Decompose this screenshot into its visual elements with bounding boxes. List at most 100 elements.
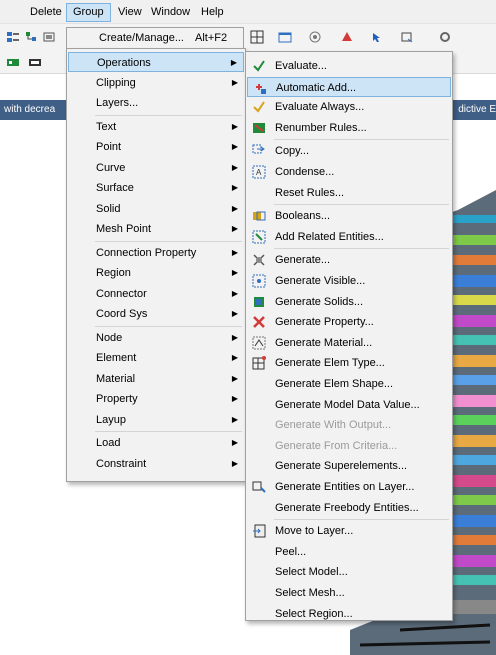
operations-menu-item-label: Renumber Rules... bbox=[275, 121, 367, 134]
group-menu-item-label: Material bbox=[96, 372, 136, 385]
operations-menu-item[interactable]: Generate Elem Shape... bbox=[247, 374, 451, 394]
group-menu-item-label: Constraint bbox=[96, 457, 147, 470]
group-menu-item[interactable]: Surface ▶ bbox=[68, 178, 244, 198]
operations-menu-item[interactable]: Reset Rules... bbox=[247, 183, 451, 203]
labels-icon[interactable] bbox=[28, 55, 42, 69]
group-menu-item[interactable]: Node ▶ bbox=[68, 328, 244, 348]
menu-delete[interactable]: Delete bbox=[24, 4, 68, 21]
menu-separator bbox=[95, 114, 242, 116]
group-menu-item[interactable]: Connection Property ▶ bbox=[68, 243, 244, 263]
operations-menu-item[interactable]: Select Region... bbox=[247, 604, 451, 624]
numbering-icon[interactable] bbox=[6, 55, 20, 69]
group-menu-item[interactable]: Constraint ▶ bbox=[68, 454, 244, 474]
group-menu-item[interactable]: Text ▶ bbox=[68, 117, 244, 137]
operations-menu-item[interactable]: Copy... bbox=[247, 141, 451, 161]
menu-group[interactable]: Group bbox=[66, 3, 111, 22]
group-menu-item[interactable]: Element ▶ bbox=[68, 348, 244, 368]
submenu-arrow-icon: ▶ bbox=[231, 121, 238, 131]
group-menu-item[interactable]: Material ▶ bbox=[68, 369, 244, 389]
group-menu-item[interactable]: Operations ▶ bbox=[68, 52, 244, 72]
pick-icon[interactable] bbox=[370, 30, 384, 44]
submenu-arrow-icon: ▶ bbox=[231, 203, 238, 213]
group-menu-item[interactable]: Curve ▶ bbox=[68, 158, 244, 178]
grid-icon[interactable] bbox=[250, 30, 264, 44]
operations-menu-item[interactable]: Generate Elem Type... bbox=[247, 353, 451, 373]
generate-visible-icon bbox=[252, 274, 266, 288]
group-menu-item[interactable]: Load ▶ bbox=[68, 433, 244, 453]
settings-icon[interactable] bbox=[438, 30, 452, 44]
operations-menu-item[interactable]: Evaluate... bbox=[247, 56, 451, 76]
operations-menu-item[interactable]: Add Related Entities... bbox=[247, 227, 451, 247]
submenu-arrow-icon: ▶ bbox=[231, 438, 238, 447]
operations-menu-item-label: Generate Superelements... bbox=[275, 460, 408, 473]
operations-menu-item[interactable]: Generate Entities on Layer... bbox=[247, 477, 451, 497]
operations-menu-item[interactable]: Generate Freebody Entities... bbox=[247, 498, 451, 518]
menu-separator bbox=[95, 325, 242, 327]
copy-icon bbox=[252, 144, 265, 154]
create-manage-item[interactable]: Create/Manage... bbox=[99, 32, 184, 44]
group-menu-item-label: Node bbox=[96, 331, 123, 344]
operations-menu-item[interactable]: Generate... bbox=[247, 250, 451, 270]
box-icon[interactable] bbox=[400, 30, 414, 44]
group-menu-item[interactable]: Layers... bbox=[68, 93, 244, 113]
render-icon[interactable] bbox=[340, 30, 354, 44]
operations-menu-item[interactable]: Evaluate Always... bbox=[247, 97, 451, 117]
group-menu-item[interactable]: Region ▶ bbox=[68, 263, 244, 283]
select-icon[interactable] bbox=[6, 30, 20, 44]
operations-menu-item[interactable]: Peel... bbox=[247, 542, 451, 562]
operations-menu-item[interactable]: Select Mesh... bbox=[247, 583, 451, 603]
group-menu-item[interactable]: Clipping ▶ bbox=[68, 73, 244, 93]
svg-text:A: A bbox=[256, 168, 262, 177]
submenu-arrow-icon: ▶ bbox=[231, 162, 238, 172]
group-menu-item-label: Element bbox=[96, 352, 137, 364]
booleans-icon bbox=[253, 211, 266, 221]
submenu-arrow-icon: ▶ bbox=[231, 77, 238, 87]
group-menu-header: Create/Manage... Alt+F2 bbox=[66, 27, 244, 49]
menu-view[interactable]: View bbox=[112, 4, 148, 21]
operations-menu-item[interactable]: Generate Property... bbox=[247, 312, 451, 332]
operations-menu-item-label: Select Mesh... bbox=[275, 587, 345, 599]
group-menu-item[interactable]: Coord Sys ▶ bbox=[68, 304, 244, 324]
group-menu-item[interactable]: Mesh Point ▶ bbox=[68, 219, 244, 239]
submenu-arrow-icon: ▶ bbox=[231, 394, 238, 403]
group-menu-item-label: Connector bbox=[96, 287, 147, 300]
operations-menu-item-label: Generate Elem Type... bbox=[275, 357, 385, 370]
operations-menu-item-label: Generate Material... bbox=[275, 336, 373, 349]
operations-menu-item: Generate From Criteria... bbox=[247, 436, 451, 456]
submenu-arrow-icon: ▶ bbox=[231, 183, 238, 192]
operations-menu-item[interactable]: Generate Superelements... bbox=[247, 456, 451, 476]
operations-menu-item-label: Move to Layer... bbox=[275, 525, 354, 538]
group-menu-item[interactable]: Layup ▶ bbox=[68, 410, 244, 430]
submenu-arrow-icon: ▶ bbox=[231, 458, 238, 468]
operations-menu-item[interactable]: A Condense... bbox=[247, 162, 451, 182]
submenu-arrow-icon: ▶ bbox=[231, 224, 238, 233]
group-menu-item[interactable]: Connector ▶ bbox=[68, 284, 244, 304]
group-menu-item-label: Mesh Point bbox=[96, 223, 152, 235]
group-menu-item[interactable]: Property ▶ bbox=[68, 389, 244, 409]
tree-icon[interactable] bbox=[24, 30, 38, 44]
window-icon[interactable] bbox=[278, 30, 292, 44]
operations-menu-item[interactable]: Renumber Rules... bbox=[247, 118, 451, 138]
operations-menu-item[interactable]: Booleans... bbox=[247, 206, 451, 226]
operations-menu-item[interactable]: Move to Layer... bbox=[247, 521, 451, 541]
operations-menu-item[interactable]: Select Model... bbox=[247, 562, 451, 582]
group-menu-item[interactable]: Point ▶ bbox=[68, 137, 244, 157]
operations-menu-item[interactable]: Generate Visible... bbox=[247, 271, 451, 291]
operations-menu-item[interactable]: Generate Model Data Value... bbox=[247, 395, 451, 415]
layer-icon[interactable] bbox=[42, 30, 56, 44]
operations-menu-item-label: Select Region... bbox=[275, 607, 353, 620]
menu-separator bbox=[274, 204, 449, 206]
operations-menu-item[interactable]: Generate Solids... bbox=[247, 292, 451, 312]
operations-menu-item[interactable]: Generate Material... bbox=[247, 333, 451, 353]
strip-right-text: dictive E bbox=[458, 104, 496, 115]
menu-help[interactable]: Help bbox=[195, 4, 230, 21]
view-icon[interactable] bbox=[308, 30, 322, 44]
evaluate-icon bbox=[253, 60, 265, 72]
submenu-arrow-icon: ▶ bbox=[231, 414, 238, 424]
submenu-arrow-icon: ▶ bbox=[231, 247, 238, 257]
group-menu-item[interactable]: Solid ▶ bbox=[68, 199, 244, 219]
submenu-arrow-icon: ▶ bbox=[231, 332, 238, 342]
operations-menu-item-label: Add Related Entities... bbox=[275, 230, 384, 243]
menu-window[interactable]: Window bbox=[145, 4, 196, 21]
operations-menu-item[interactable]: Automatic Add... bbox=[247, 76, 451, 97]
